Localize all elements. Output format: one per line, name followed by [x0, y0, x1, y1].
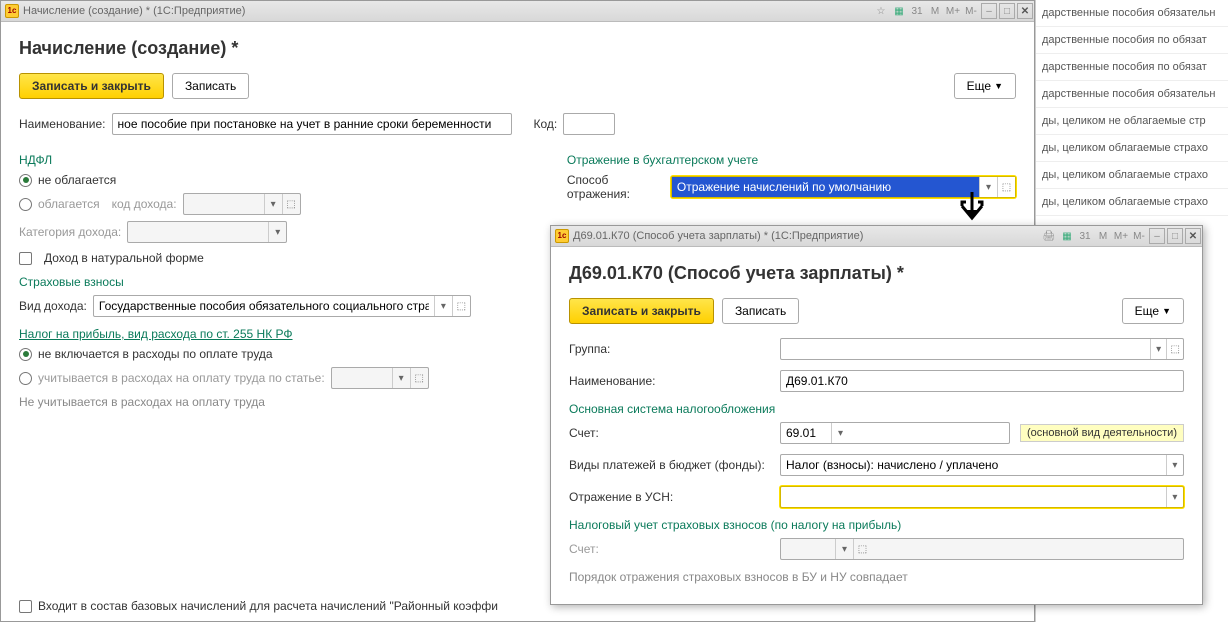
minimize-icon[interactable]: – — [1149, 228, 1165, 244]
list-item[interactable]: ды, целиком не облагаемые стр — [1036, 108, 1228, 135]
method-combo[interactable]: ▾⬚ — [671, 176, 1016, 198]
save-button[interactable]: Записать — [172, 73, 249, 99]
code-input[interactable] — [563, 113, 615, 135]
usn-label: Отражение в УСН: — [569, 490, 774, 504]
sub-title: Д69.01.К70 (Способ учета зарплаты) * — [569, 263, 1184, 284]
account2-label: Счет: — [569, 542, 774, 556]
category-label: Категория дохода: — [19, 225, 121, 239]
group-combo[interactable]: ▾⬚ — [780, 338, 1184, 360]
account2-combo: ▾⬚ — [780, 538, 1184, 560]
m-minus-icon[interactable]: M- — [1131, 228, 1147, 244]
usn-combo[interactable]: ▾ — [780, 486, 1184, 508]
fav-icon[interactable]: ☆ — [873, 3, 889, 19]
main-tax-header: Основная система налогообложения — [569, 402, 1184, 416]
sub-name-input[interactable] — [780, 370, 1184, 392]
sub-window: 1c Д69.01.К70 (Способ учета зарплаты) * … — [550, 225, 1203, 605]
list-item[interactable]: дарственные пособия по обязат — [1036, 54, 1228, 81]
income-code-combo: ▾⬚ — [183, 193, 301, 215]
list-item[interactable]: ды, целиком облагаемые страхо — [1036, 189, 1228, 216]
page-title: Начисление (создание) * — [19, 38, 1016, 59]
tax255-header[interactable]: Налог на прибыль, вид расхода по ст. 255… — [19, 327, 293, 341]
sub-save-button[interactable]: Записать — [722, 298, 799, 324]
account-label: Счет: — [569, 426, 774, 440]
sub-titlebar: 1c Д69.01.К70 (Способ учета зарплаты) * … — [551, 226, 1202, 247]
natural-income-check[interactable]: Доход в натуральной форме — [19, 251, 537, 265]
sub-more-button[interactable]: Еще▼ — [1122, 298, 1184, 324]
calendar-icon[interactable]: 31 — [1077, 228, 1093, 244]
sub-name-label: Наименование: — [569, 374, 774, 388]
income-type-label: Вид дохода: — [19, 299, 87, 313]
list-item[interactable]: дарственные пособия обязательн — [1036, 81, 1228, 108]
save-close-button[interactable]: Записать и закрыть — [19, 73, 164, 99]
minimize-icon[interactable]: – — [981, 3, 997, 19]
tax255-not-included-radio[interactable]: не включается в расходы по оплате труда — [19, 347, 537, 361]
method-label: Способ отражения: — [567, 173, 665, 201]
account-combo[interactable]: ▾ — [780, 422, 1010, 444]
ndfl-header: НДФЛ — [19, 153, 537, 167]
close-icon[interactable]: ✕ — [1185, 228, 1201, 244]
m-plus-icon[interactable]: M+ — [1113, 228, 1129, 244]
window-title: Начисление (создание) * (1С:Предприятие) — [23, 5, 245, 17]
list-item[interactable]: дарственные пособия обязательн — [1036, 0, 1228, 27]
payment-types-label: Виды платежей в бюджет (фонды): — [569, 458, 774, 472]
name-label: Наименование: — [19, 117, 106, 131]
m-icon[interactable]: M — [927, 3, 943, 19]
insurance-header: Страховые взносы — [19, 275, 537, 289]
calc-icon[interactable]: ▦ — [1059, 228, 1075, 244]
main-titlebar: 1c Начисление (создание) * (1С:Предприят… — [1, 1, 1034, 22]
payment-types-combo[interactable]: ▾ — [780, 454, 1184, 476]
list-item[interactable]: ды, целиком облагаемые страхо — [1036, 162, 1228, 189]
m-minus-icon[interactable]: M- — [963, 3, 979, 19]
maximize-icon[interactable]: □ — [1167, 228, 1183, 244]
print-icon[interactable]: 🖨 — [1041, 228, 1057, 244]
tax255-included-radio[interactable]: учитывается в расходах на оплату труда п… — [19, 367, 537, 389]
code-label: Код: — [534, 117, 558, 131]
app-icon: 1c — [555, 229, 569, 243]
income-type-combo[interactable]: ▾⬚ — [93, 295, 471, 317]
tax255-note: Не учитывается в расходах на оплату труд… — [19, 395, 537, 409]
name-input[interactable] — [112, 113, 512, 135]
more-button[interactable]: Еще▼ — [954, 73, 1016, 99]
calendar-icon[interactable]: 31 — [909, 3, 925, 19]
base-accrual-check[interactable]: Входит в состав базовых начислений для р… — [19, 599, 498, 613]
accounting-header: Отражение в бухгалтерском учете — [567, 153, 1016, 167]
account-tag: (основной вид деятельности) — [1020, 424, 1184, 442]
app-icon: 1c — [5, 4, 19, 18]
list-item[interactable]: дарственные пособия по обязат — [1036, 27, 1228, 54]
maximize-icon[interactable]: □ — [999, 3, 1015, 19]
m-icon[interactable]: M — [1095, 228, 1111, 244]
sub-save-close-button[interactable]: Записать и закрыть — [569, 298, 714, 324]
calc-icon[interactable]: ▦ — [891, 3, 907, 19]
m-plus-icon[interactable]: M+ — [945, 3, 961, 19]
list-item[interactable]: ды, целиком облагаемые страхо — [1036, 135, 1228, 162]
category-combo: ▾ — [127, 221, 287, 243]
sub-footer-note: Порядок отражения страховых взносов в БУ… — [569, 570, 1184, 584]
ndfl-taxed-radio[interactable]: облагается код дохода: ▾⬚ — [19, 193, 537, 215]
tax255-combo: ▾⬚ — [331, 367, 429, 389]
ndfl-not-taxed-radio[interactable]: не облагается — [19, 173, 537, 187]
close-icon[interactable]: ✕ — [1017, 3, 1033, 19]
insurance-tax-header: Налоговый учет страховых взносов (по нал… — [569, 518, 1184, 532]
window-title: Д69.01.К70 (Способ учета зарплаты) * (1С… — [573, 230, 863, 242]
group-label: Группа: — [569, 342, 774, 356]
